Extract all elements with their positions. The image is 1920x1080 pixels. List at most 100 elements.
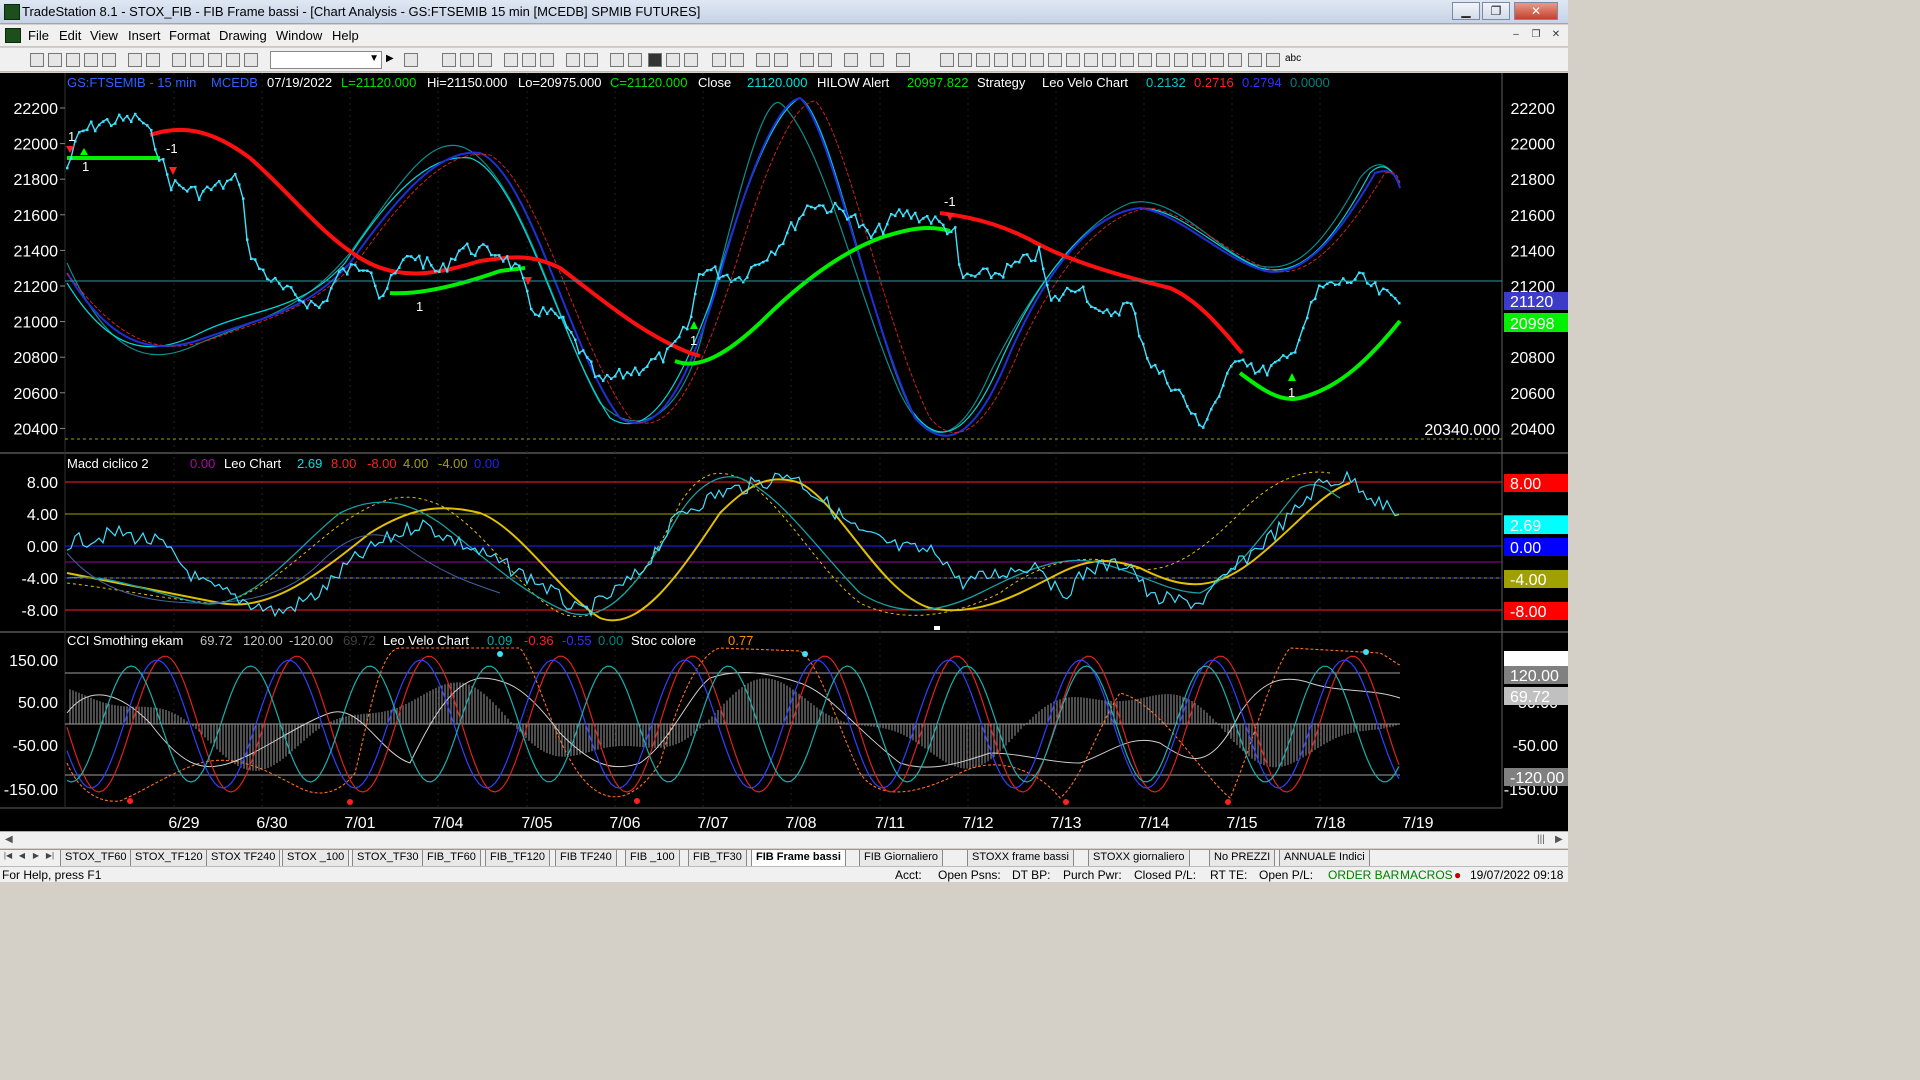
menu-insert[interactable]: Insert bbox=[128, 28, 161, 43]
scroll-right-icon[interactable]: ▶ bbox=[1555, 834, 1563, 845]
cycle-icon[interactable] bbox=[1156, 53, 1170, 67]
tab-stoxx-giornaliero[interactable]: STOXX giornaliero bbox=[1088, 850, 1190, 866]
text-tool-icon[interactable]: abc bbox=[1285, 53, 1301, 64]
tab-fib-tf120[interactable]: FIB_TF120 bbox=[485, 850, 551, 866]
paint-icon[interactable] bbox=[244, 53, 258, 67]
mdi-restore-button[interactable]: ❐ bbox=[1528, 28, 1544, 43]
tab-stoxx-frame-bassi[interactable]: STOXX frame bassi bbox=[967, 850, 1074, 866]
select-icon[interactable] bbox=[818, 53, 832, 67]
chart-window-icon[interactable] bbox=[5, 28, 21, 43]
menu-edit[interactable]: Edit bbox=[59, 28, 81, 43]
scroll-left-icon[interactable]: ◀ bbox=[5, 834, 13, 845]
menu-file[interactable]: File bbox=[28, 28, 49, 43]
strategy-icon[interactable] bbox=[522, 53, 536, 67]
tab-fib-100[interactable]: FIB _100 bbox=[625, 850, 680, 866]
format-icon[interactable] bbox=[566, 53, 580, 67]
symbol-combo[interactable]: ▼ bbox=[270, 51, 382, 69]
chart-icon[interactable] bbox=[442, 53, 456, 67]
order-bar-button[interactable]: ORDER BAR bbox=[1328, 868, 1399, 882]
link-icon[interactable] bbox=[226, 53, 240, 67]
mdi-minimize-button[interactable]: – bbox=[1508, 28, 1524, 43]
tab-stox-tf30[interactable]: STOX_TF30 bbox=[352, 850, 424, 866]
tab-fib-tf30[interactable]: FIB_TF30 bbox=[688, 850, 747, 866]
up-arrow-icon[interactable] bbox=[1228, 53, 1242, 67]
tab-fib-frame-bassi[interactable]: FIB Frame bassi bbox=[751, 850, 846, 866]
menu-format[interactable]: Format bbox=[169, 28, 210, 43]
close-button[interactable]: ✕ bbox=[1514, 2, 1558, 20]
tab-next-icon[interactable]: ▶ bbox=[30, 851, 42, 864]
expand-bars-icon[interactable] bbox=[730, 53, 744, 67]
channel-icon[interactable] bbox=[994, 53, 1008, 67]
tab-first-icon[interactable]: |◀ bbox=[2, 851, 14, 864]
arc-icon[interactable] bbox=[1138, 53, 1152, 67]
tab-annuale-indici[interactable]: ANNUALE Indici bbox=[1279, 850, 1370, 866]
tab-stox-100[interactable]: STOX _100 bbox=[282, 850, 350, 866]
menu-window[interactable]: Window bbox=[276, 28, 322, 43]
indicator-icon[interactable] bbox=[504, 53, 518, 67]
open-icon[interactable] bbox=[48, 53, 62, 67]
bar-chart-icon[interactable] bbox=[648, 53, 662, 67]
speed-line-icon[interactable] bbox=[1048, 53, 1062, 67]
mdi-close-button[interactable]: ✕ bbox=[1548, 28, 1564, 43]
chart-canvas[interactable]: 20340.000 1 1 -1 1 1 -1 1 GS:FTSEMIB - 1… bbox=[0, 73, 1568, 831]
open-workspace-icon[interactable] bbox=[66, 53, 80, 67]
alert-icon[interactable] bbox=[896, 53, 910, 67]
menu-view[interactable]: View bbox=[90, 28, 118, 43]
pencil-icon[interactable] bbox=[1174, 53, 1188, 67]
tab-last-icon[interactable]: ▶| bbox=[44, 851, 56, 864]
gann-icon[interactable] bbox=[1030, 53, 1044, 67]
new-icon[interactable] bbox=[30, 53, 44, 67]
horizontal-line-icon[interactable] bbox=[976, 53, 990, 67]
ellipse-icon[interactable] bbox=[1248, 53, 1262, 67]
restore-button[interactable]: ❐ bbox=[1482, 2, 1510, 20]
scanner-icon[interactable] bbox=[628, 53, 642, 67]
ohlc-icon[interactable] bbox=[684, 53, 698, 67]
zoom-bars-icon[interactable] bbox=[712, 53, 726, 67]
print-preview-icon[interactable] bbox=[146, 53, 160, 67]
pointer-icon[interactable] bbox=[800, 53, 814, 67]
minimize-button[interactable]: ▁ bbox=[1452, 2, 1480, 20]
zoom-out-icon[interactable] bbox=[774, 53, 788, 67]
radarscreen-icon[interactable] bbox=[460, 53, 474, 67]
save-icon[interactable] bbox=[102, 53, 116, 67]
lock-icon[interactable] bbox=[208, 53, 222, 67]
data-window-icon[interactable] bbox=[584, 53, 598, 67]
options-icon[interactable] bbox=[610, 53, 624, 67]
curve-icon[interactable] bbox=[1192, 53, 1206, 67]
chart-analysis-window[interactable]: 20340.000 1 1 -1 1 1 -1 1 GS:FTSEMIB - 1… bbox=[0, 73, 1568, 831]
tab-no-prezzi[interactable]: No PREZZI bbox=[1209, 850, 1276, 866]
open-psns-label: Open Psns: bbox=[938, 868, 1001, 882]
arrow-tool-icon[interactable] bbox=[1102, 53, 1116, 67]
tab-stox-tf240[interactable]: STOX TF240 bbox=[206, 850, 281, 866]
tab-stox-tf120[interactable]: STOX_TF120 bbox=[130, 850, 208, 866]
down-arrow-icon[interactable] bbox=[1210, 53, 1224, 67]
tab-fib-giornaliero[interactable]: FIB Giornaliero bbox=[859, 850, 943, 866]
scroll-thumb[interactable]: ||| bbox=[1537, 834, 1545, 845]
trendline-icon[interactable] bbox=[940, 53, 954, 67]
order-icon[interactable] bbox=[870, 53, 884, 67]
tab-stox-tf60[interactable]: STOX_TF60 bbox=[60, 850, 132, 866]
window-icon[interactable] bbox=[172, 53, 186, 67]
tab-fib-tf60[interactable]: FIB_TF60 bbox=[422, 850, 481, 866]
zoom-in-icon[interactable] bbox=[756, 53, 770, 67]
tab-prev-icon[interactable]: ◀ bbox=[16, 851, 28, 864]
new-workspace-icon[interactable] bbox=[84, 53, 98, 67]
percent-icon[interactable] bbox=[1120, 53, 1134, 67]
regression-icon[interactable] bbox=[1084, 53, 1098, 67]
menu-help[interactable]: Help bbox=[332, 28, 359, 43]
matrix-icon[interactable] bbox=[478, 53, 492, 67]
tools-icon[interactable] bbox=[844, 53, 858, 67]
andrews-icon[interactable] bbox=[1066, 53, 1080, 67]
tile-icon[interactable] bbox=[190, 53, 204, 67]
macros-button[interactable]: MACROS bbox=[1400, 868, 1453, 882]
rectangle-icon[interactable] bbox=[1266, 53, 1280, 67]
print-icon[interactable] bbox=[128, 53, 142, 67]
menu-drawing[interactable]: Drawing bbox=[219, 28, 267, 43]
horizontal-scrollbar[interactable]: ◀ ||| ▶ bbox=[0, 831, 1568, 848]
tab-fib-tf240[interactable]: FIB TF240 bbox=[555, 850, 617, 866]
candlestick-icon[interactable] bbox=[666, 53, 680, 67]
fib-icon[interactable] bbox=[1012, 53, 1026, 67]
showme-icon[interactable] bbox=[540, 53, 554, 67]
find-symbol-icon[interactable] bbox=[404, 53, 418, 67]
vertical-line-icon[interactable] bbox=[958, 53, 972, 67]
